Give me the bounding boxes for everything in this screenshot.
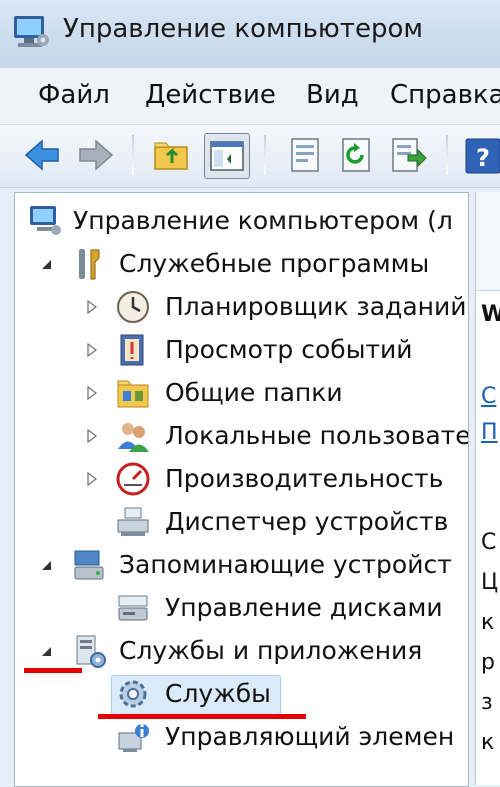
performance-icon — [115, 461, 151, 497]
services-gear-icon — [115, 676, 151, 712]
tree-item-system-tools[interactable]: Служебные программы — [15, 244, 468, 284]
computer-management-icon — [10, 14, 50, 50]
title-bar: Управление компьютером — [0, 0, 500, 68]
toolbar-separator — [446, 135, 448, 175]
details-text-fragment: Ц — [481, 570, 499, 595]
services-apps-icon — [71, 633, 107, 669]
details-heading-fragment: W — [481, 302, 500, 327]
toolbar: ? — [0, 125, 500, 188]
menu-help[interactable]: Справка — [390, 80, 500, 110]
tree-item-computer-management[interactable]: Управление компьютером (л — [15, 201, 468, 241]
console-tree: Управление компьютером (л Служебные прог… — [14, 192, 469, 787]
details-pane-header — [476, 192, 500, 291]
tree-item-label: Диспетчер устройств — [165, 507, 449, 536]
collapsed-arrow-icon[interactable] — [83, 287, 101, 327]
expanded-arrow-icon[interactable] — [37, 631, 55, 671]
storage-icon — [71, 547, 107, 583]
menu-view[interactable]: Вид — [306, 80, 359, 110]
tree-item-label: Общие папки — [165, 378, 343, 407]
tree-item-services-applications[interactable]: Службы и приложения — [15, 631, 468, 671]
collapsed-arrow-icon[interactable] — [83, 330, 101, 370]
device-manager-icon — [115, 504, 151, 540]
annotation-underline — [24, 668, 82, 673]
shared-folders-icon — [115, 375, 151, 411]
toolbar-separator — [132, 135, 134, 175]
window-title: Управление компьютером — [63, 14, 423, 44]
collapsed-arrow-icon[interactable] — [83, 459, 101, 499]
menu-file[interactable]: Файл — [38, 80, 110, 110]
tree-item-services[interactable]: Службы — [15, 674, 468, 715]
tree-item-label: Служебные программы — [119, 249, 430, 278]
tree-item-label: Планировщик заданий — [165, 292, 467, 321]
details-text-fragment: к — [481, 610, 495, 635]
help-icon[interactable]: ? — [462, 133, 500, 177]
disk-management-icon — [115, 590, 151, 626]
tree-item-wmi-control[interactable]: Управляющий элемен — [15, 717, 468, 757]
back-arrow-icon[interactable] — [20, 133, 64, 177]
tools-icon — [71, 246, 107, 282]
tree-item-label: Управление компьютером (л — [73, 206, 453, 235]
expanded-arrow-icon[interactable] — [37, 244, 55, 284]
details-text-fragment: C — [481, 530, 497, 555]
wmi-control-icon — [115, 719, 151, 755]
tree-item-label: Управляющий элемен — [165, 722, 455, 751]
details-link-fragment[interactable]: C — [481, 384, 496, 409]
tree-item-disk-management[interactable]: Управление дисками — [15, 588, 468, 628]
tree-item-shared-folders[interactable]: Общие папки — [15, 373, 468, 413]
annotation-underline — [98, 714, 306, 719]
refresh-icon[interactable] — [334, 133, 378, 177]
collapsed-arrow-icon[interactable] — [83, 373, 101, 413]
tree-item-label: Производительность — [165, 464, 444, 493]
properties-icon[interactable] — [283, 133, 327, 177]
menu-action[interactable]: Действие — [145, 80, 276, 110]
toolbar-separator — [264, 135, 266, 175]
tree-item-event-viewer[interactable]: Просмотр событий — [15, 330, 468, 370]
collapsed-arrow-icon[interactable] — [83, 416, 101, 456]
export-list-icon[interactable] — [386, 133, 430, 177]
tree-item-storage[interactable]: Запоминающие устройст — [15, 545, 468, 585]
tree-item-performance[interactable]: Производительность — [15, 459, 468, 499]
details-link-fragment[interactable]: П — [481, 420, 498, 445]
details-pane: W C П C Ц к р з к — [475, 192, 500, 785]
users-icon — [115, 418, 151, 454]
up-folder-icon[interactable] — [150, 133, 194, 177]
details-text-fragment: к — [481, 730, 495, 755]
menu-bar: Файл Действие Вид Справка — [0, 68, 500, 125]
details-text-fragment: з — [481, 690, 493, 715]
clock-icon — [115, 289, 151, 325]
details-text-fragment: р — [481, 650, 495, 675]
tree-item-label: Службы — [165, 679, 271, 708]
computer-management-icon — [27, 203, 63, 239]
tree-item-label: Службы и приложения — [119, 636, 423, 665]
expanded-arrow-icon[interactable] — [37, 545, 55, 585]
event-viewer-icon — [115, 332, 151, 368]
forward-arrow-icon[interactable] — [74, 133, 118, 177]
svg-text:?: ? — [476, 144, 490, 172]
tree-item-label: Локальные пользовате — [165, 421, 469, 450]
tree-item-label: Управление дисками — [165, 593, 443, 622]
show-hide-tree-icon[interactable] — [204, 133, 250, 179]
tree-item-label: Запоминающие устройст — [119, 550, 452, 579]
tree-item-local-users[interactable]: Локальные пользовате — [15, 416, 468, 456]
tree-item-task-scheduler[interactable]: Планировщик заданий — [15, 287, 468, 327]
tree-item-label: Просмотр событий — [165, 335, 413, 364]
tree-item-device-manager[interactable]: Диспетчер устройств — [15, 502, 468, 542]
